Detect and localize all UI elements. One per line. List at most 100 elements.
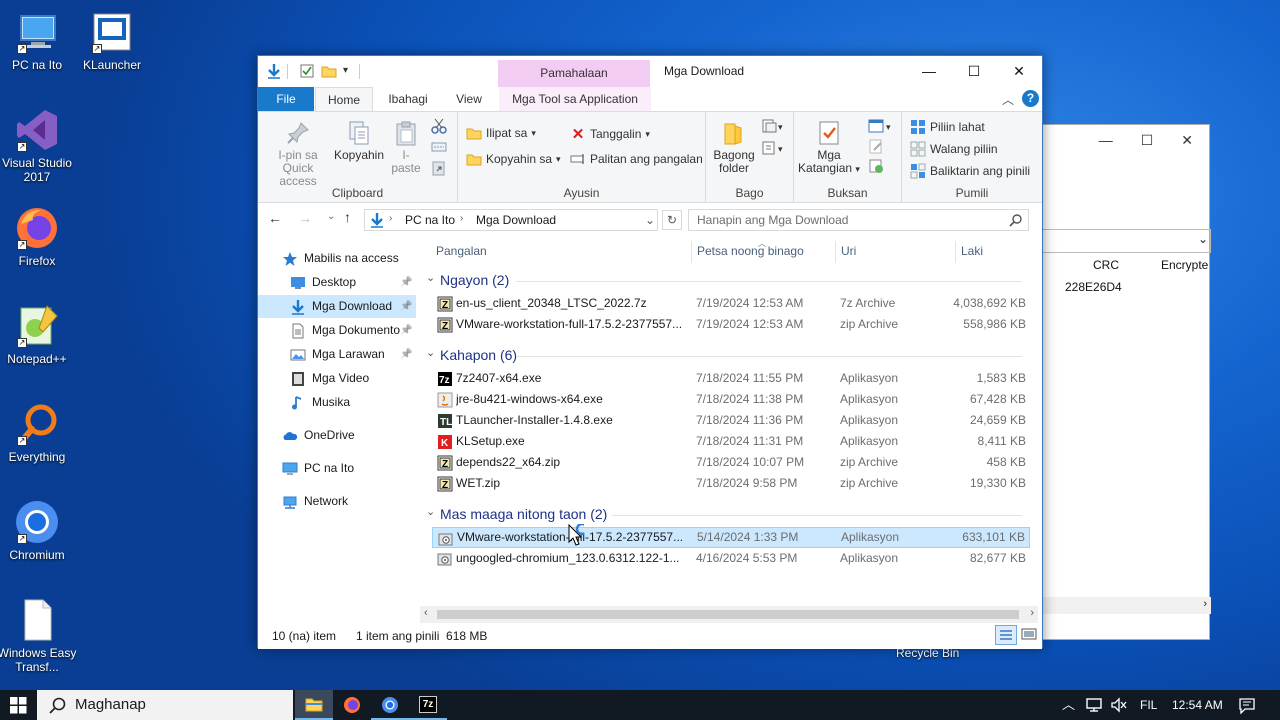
language-indicator[interactable]: FIL <box>1140 690 1157 720</box>
paste-button[interactable]: I-paste <box>388 120 424 175</box>
maximize-icon[interactable]: ☐ <box>1141 132 1154 149</box>
column-header-date[interactable]: Petsa noong binago <box>697 244 804 258</box>
column-header-size[interactable]: Laki <box>961 244 983 258</box>
nav-item-pc-na-ito[interactable]: PC na Ito <box>258 457 416 480</box>
easy-access-icon[interactable]: ▾ <box>762 140 786 156</box>
nav-item-network[interactable]: Network <box>258 490 416 513</box>
nav-item-musika[interactable]: Musika <box>258 391 416 414</box>
desktop-icon-visual-studio[interactable]: ↗ Visual Studio 2017 <box>0 106 77 184</box>
taskbar-chromium[interactable] <box>371 690 409 720</box>
properties-button[interactable]: Mga Katangian ▾ <box>796 120 862 176</box>
breadcrumb-pc[interactable]: PC na Ito <box>405 213 455 227</box>
select-none-button[interactable]: Walang piliin <box>910 141 998 157</box>
forward-arrow-icon[interactable]: → <box>298 210 312 226</box>
tab-home[interactable]: Home <box>315 87 373 111</box>
cut-icon[interactable] <box>431 118 447 134</box>
address-dropdown-icon[interactable]: ⌄ <box>645 213 655 227</box>
taskbar-7zip[interactable]: 7z <box>409 690 447 720</box>
file-row[interactable]: VMware-workstation-full-17.5.2-2377557..… <box>432 527 1030 548</box>
clock[interactable]: 12:54 AM <box>1172 690 1223 720</box>
nav-item-mga-download[interactable]: Mga Download 📌 <box>258 295 416 318</box>
notifications-icon[interactable] <box>1238 697 1256 714</box>
file-row[interactable]: Zen-us_client_20348_LTSC_2022.7z 7/19/202… <box>432 293 1030 314</box>
details-view-button[interactable] <box>995 625 1017 645</box>
close-button[interactable]: ✕ <box>996 56 1042 87</box>
open-icon[interactable]: ▾ <box>868 118 896 134</box>
recent-locations-icon[interactable]: ⌄ <box>327 211 335 222</box>
scrollbar-thumb[interactable] <box>437 610 1019 619</box>
horizontal-scrollbar[interactable]: ‹ › <box>420 606 1038 623</box>
file-row[interactable]: TL TLauncher-Installer-1.4.8.exe 7/18/2024… <box>432 410 1030 431</box>
paste-shortcut-icon[interactable] <box>431 160 447 176</box>
start-button[interactable] <box>0 690 37 720</box>
history-icon[interactable] <box>868 158 884 174</box>
breadcrumb-downloads[interactable]: Mga Download <box>476 213 556 227</box>
address-bar[interactable]: › PC na Ito › Mga Download ⌄ <box>364 209 658 231</box>
large-icons-view-button[interactable] <box>1019 625 1041 645</box>
file-row[interactable]: ungoogled-chromium_123.0.6312.122-1... 4/… <box>432 548 1030 569</box>
column-header-crc[interactable]: CRC <box>1093 258 1119 272</box>
background-window-scrollbar[interactable]: › <box>1041 597 1211 614</box>
file-row[interactable]: Zdepends22_x64.zip 7/18/2024 10:07 PM zip … <box>432 452 1030 473</box>
invert-selection-button[interactable]: Baliktarin ang pinili <box>910 163 1030 179</box>
background-window-dropdown[interactable]: ⌄ <box>1041 229 1211 253</box>
file-explorer-window[interactable]: ▾ Pamahalaan Mga Download — ☐ ✕ File Hom… <box>257 55 1043 649</box>
title-bar[interactable]: ▾ Pamahalaan Mga Download — ☐ ✕ <box>258 56 1042 87</box>
desktop-icon-klauncher[interactable]: ↗ KLauncher <box>72 8 152 72</box>
search-input[interactable]: Hanapin ang Mga Download <box>688 209 1029 231</box>
network-status-icon[interactable] <box>1085 697 1103 713</box>
tab-share[interactable]: Ibahagi <box>378 87 438 111</box>
file-row[interactable]: 7z 7z2407-x64.exe 7/18/2024 11:55 PM Aplika… <box>432 368 1030 389</box>
scroll-right-icon[interactable]: › <box>1030 607 1034 619</box>
desktop-icon-pc[interactable]: ↗ PC na Ito <box>0 8 77 72</box>
background-window[interactable]: — ☐ ✕ ⌄ CRC Encrypte 228E26D4 › <box>1040 124 1211 640</box>
column-header-type[interactable]: Uri <box>841 244 856 258</box>
show-hidden-icons-icon[interactable]: ︿ <box>1062 690 1075 720</box>
volume-muted-icon[interactable] <box>1110 697 1128 713</box>
new-folder-icon[interactable] <box>321 63 337 79</box>
file-row[interactable]: Z WET.zip 7/18/2024 9:58 PM zip Archive 19,3… <box>432 473 1030 494</box>
breadcrumb-separator-icon[interactable]: › <box>389 213 392 224</box>
help-icon[interactable]: ? <box>1022 90 1039 107</box>
nav-item-mga-larawan[interactable]: Mga Larawan 📌 <box>258 343 416 366</box>
nav-item-mabilis-na-access[interactable]: Mabilis na access <box>258 247 416 270</box>
up-arrow-icon[interactable]: ↑ <box>344 209 351 225</box>
file-row[interactable]: Z VMware-workstation-full-17.5.2-2377557.… <box>432 314 1030 335</box>
nav-item-desktop[interactable]: Desktop 📌 <box>258 271 416 294</box>
desktop-icon-firefox[interactable]: ↗ Firefox <box>0 204 77 268</box>
properties-check-icon[interactable] <box>299 63 315 79</box>
edit-icon[interactable] <box>868 138 884 154</box>
copy-button[interactable]: Kopyahin <box>332 120 386 162</box>
tab-application-tools[interactable]: Mga Tool sa Application <box>499 87 651 111</box>
context-tab-manage[interactable]: Pamahalaan <box>498 60 650 87</box>
taskbar-firefox[interactable] <box>333 690 371 720</box>
column-header-encrypted[interactable]: Encrypte <box>1161 258 1208 272</box>
breadcrumb-separator-icon[interactable]: › <box>460 213 463 224</box>
refresh-icon[interactable]: ↻ <box>662 210 682 230</box>
collapse-ribbon-icon[interactable]: ︿ <box>1002 91 1014 108</box>
close-icon[interactable]: ✕ <box>1181 132 1193 149</box>
tab-view[interactable]: View <box>444 87 494 111</box>
desktop-icon-windows-easy-transfer[interactable]: Windows Easy Transf... <box>0 596 77 674</box>
copy-to-button[interactable]: Kopyahin sa ▾ <box>466 151 561 167</box>
maximize-button[interactable]: ☐ <box>951 56 997 87</box>
column-header-name[interactable]: Pangalan <box>436 244 487 258</box>
nav-item-mga-dokumento[interactable]: Mga Dokumento 📌 <box>258 319 416 342</box>
nav-item-onedrive[interactable]: OneDrive <box>258 424 416 447</box>
select-all-button[interactable]: Piliin lahat <box>910 119 985 135</box>
desktop-icon-everything[interactable]: ↗ Everything <box>0 400 77 464</box>
file-row[interactable]: jre-8u421-windows-x64.exe 7/18/2024 11:38… <box>432 389 1030 410</box>
taskbar-file-explorer[interactable] <box>295 690 333 720</box>
desktop-icon-notepadpp[interactable]: ↗ Notepad++ <box>0 302 77 366</box>
file-row[interactable]: K KLSetup.exe 7/18/2024 11:31 PM Aplikasyon… <box>432 431 1030 452</box>
tab-file[interactable]: File <box>258 87 314 111</box>
nav-item-mga-video[interactable]: Mga Video <box>258 367 416 390</box>
new-item-icon[interactable]: ▾ <box>762 118 786 134</box>
customize-qat-icon[interactable]: ▾ <box>343 65 348 76</box>
move-to-button[interactable]: Ilipat sa ▾ <box>466 125 536 141</box>
taskbar-search-input[interactable]: Maghanap <box>37 690 293 720</box>
pin-quick-access-button[interactable]: I-pin sa Quick access <box>264 120 332 188</box>
minimize-button[interactable]: — <box>906 56 952 87</box>
delete-button[interactable]: ✕ Tanggalin ▾ <box>570 125 650 143</box>
new-folder-button[interactable]: Bagong folder <box>710 120 758 175</box>
